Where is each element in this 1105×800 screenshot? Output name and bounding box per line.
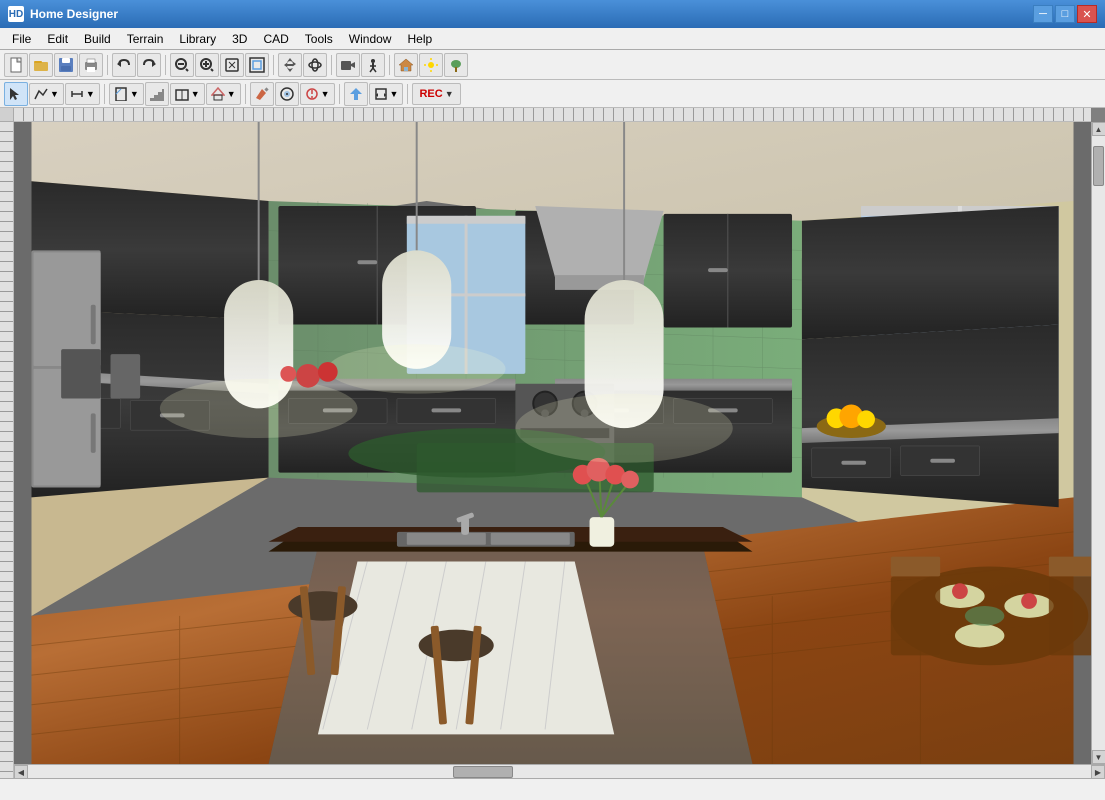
title-bar: HD Home Designer ─ □ ✕	[0, 0, 1105, 28]
roof-tool[interactable]: ▼	[206, 83, 241, 105]
menu-file[interactable]: File	[4, 28, 39, 49]
orbit-button[interactable]	[303, 53, 327, 77]
menu-terrain[interactable]: Terrain	[119, 28, 172, 49]
new-button[interactable]	[4, 53, 28, 77]
scroll-right-button[interactable]: ▶	[1091, 765, 1105, 778]
scroll-track-vertical[interactable]	[1092, 136, 1105, 750]
sun-button[interactable]	[419, 53, 443, 77]
viewport-3d[interactable]	[14, 122, 1091, 764]
ruler-horizontal	[14, 108, 1091, 122]
main-workspace: ▲ ▼ ◀ ▶	[0, 108, 1105, 778]
app-icon: HD	[8, 6, 24, 22]
camera-button[interactable]	[336, 53, 360, 77]
select-tool[interactable]	[4, 82, 28, 106]
paint-tool[interactable]	[250, 82, 274, 106]
menu-bar: File Edit Build Terrain Library 3D CAD T…	[0, 28, 1105, 50]
toolbar-sep-1	[107, 55, 108, 75]
toolbar-sep-2	[165, 55, 166, 75]
toolbar2-sep-1	[104, 84, 105, 104]
status-bar	[0, 778, 1105, 800]
polyline-tool[interactable]: ▼	[29, 83, 64, 105]
walk-through-button[interactable]	[361, 53, 385, 77]
scroll-down-button[interactable]: ▼	[1092, 750, 1105, 764]
scrollbar-vertical[interactable]: ▲ ▼	[1091, 122, 1105, 764]
texture-tool[interactable]	[275, 82, 299, 106]
dimension-tool[interactable]: ▼	[65, 83, 100, 105]
ruler-vertical	[0, 122, 14, 778]
scroll-thumb-horizontal[interactable]	[453, 766, 513, 778]
scroll-left-button[interactable]: ◀	[14, 765, 28, 778]
save-button[interactable]	[54, 53, 78, 77]
menu-help[interactable]: Help	[399, 28, 440, 49]
window-controls: ─ □ ✕	[1033, 5, 1097, 23]
stairs-tool[interactable]	[145, 82, 169, 106]
app-title: Home Designer	[30, 7, 1033, 21]
pan-button[interactable]	[278, 53, 302, 77]
zoom-out-small-button[interactable]	[170, 53, 194, 77]
open-button[interactable]	[29, 53, 53, 77]
scroll-thumb-vertical[interactable]	[1093, 146, 1104, 186]
minimize-button[interactable]: ─	[1033, 5, 1053, 23]
toolbar-sep-5	[389, 55, 390, 75]
menu-library[interactable]: Library	[171, 28, 224, 49]
toolbar2-sep-3	[339, 84, 340, 104]
toolbar-sep-3	[273, 55, 274, 75]
transform-tool[interactable]: ▼	[369, 83, 404, 105]
redo-button[interactable]	[137, 53, 161, 77]
kitchen-scene	[14, 122, 1091, 764]
scroll-up-button[interactable]: ▲	[1092, 122, 1105, 136]
menu-cad[interactable]: CAD	[255, 28, 296, 49]
toolbar-main	[0, 50, 1105, 80]
undo-button[interactable]	[112, 53, 136, 77]
scroll-track-horizontal[interactable]	[28, 765, 1091, 778]
menu-build[interactable]: Build	[76, 28, 119, 49]
plant-button[interactable]	[444, 53, 468, 77]
zoom-in-button[interactable]	[195, 53, 219, 77]
zoom-fit-button[interactable]	[220, 53, 244, 77]
toolbar-sep-4	[331, 55, 332, 75]
close-button[interactable]: ✕	[1077, 5, 1097, 23]
toolbar2-sep-2	[245, 84, 246, 104]
dimension2-tool[interactable]: ▼	[300, 83, 335, 105]
zoom-window-button[interactable]	[245, 53, 269, 77]
menu-window[interactable]: Window	[341, 28, 400, 49]
maximize-button[interactable]: □	[1055, 5, 1075, 23]
menu-3d[interactable]: 3D	[224, 28, 255, 49]
print-button[interactable]	[79, 53, 103, 77]
menu-edit[interactable]: Edit	[39, 28, 76, 49]
house-button[interactable]	[394, 53, 418, 77]
toolbar-tools: ▼ ▼ ▼ ▼ ▼ ▼ ▼ REC ▼	[0, 80, 1105, 108]
door-tool[interactable]: ▼	[109, 83, 144, 105]
toolbar2-sep-4	[407, 84, 408, 104]
scrollbar-horizontal-container: ◀ ▶	[14, 764, 1105, 778]
cabinet-tool[interactable]: ▼	[170, 83, 205, 105]
move-up-tool[interactable]	[344, 82, 368, 106]
menu-tools[interactable]: Tools	[297, 28, 341, 49]
rec-button[interactable]: REC ▼	[412, 83, 460, 105]
